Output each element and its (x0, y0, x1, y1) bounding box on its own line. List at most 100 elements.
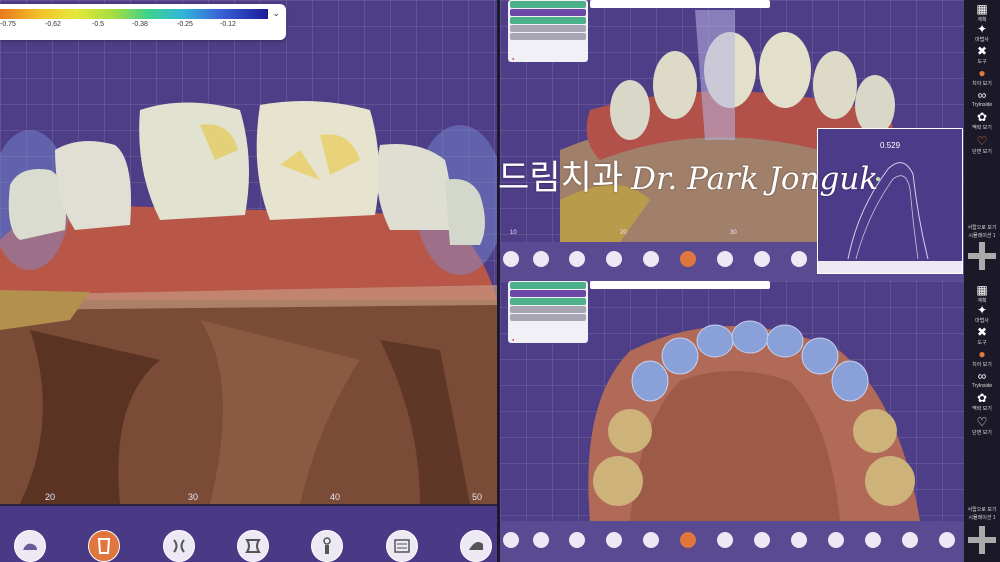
toolbar-button[interactable] (606, 532, 622, 548)
color-gradient-bar (0, 9, 268, 19)
tooth-icon: ● (978, 66, 986, 80)
toolbar-button[interactable] (503, 251, 519, 267)
toolbar-button[interactable] (533, 251, 549, 267)
grid-icon: ▦ (976, 283, 988, 297)
cluster-icon: ✿ (976, 391, 988, 405)
sidebar-item[interactable]: ✿ 맥락 보기 (964, 110, 1000, 131)
toolbar-button[interactable] (606, 251, 622, 267)
tooth-outline-icon: ♡ (976, 134, 988, 148)
sidebar-item[interactable]: ✦ 마법사 (964, 303, 1000, 324)
sidebar-item[interactable]: ∞ TryInside (964, 369, 1000, 389)
scanner-icon[interactable] (460, 530, 492, 562)
ruler-label: 10 (510, 230, 517, 236)
toolbar-button[interactable] (754, 251, 770, 267)
navigation-pad[interactable] (968, 242, 996, 270)
lower-arch-view[interactable]: ● (500, 281, 964, 521)
ruler-label: 40 (330, 492, 341, 502)
toolbar-button[interactable] (643, 532, 659, 548)
navigation-pad[interactable] (968, 526, 996, 554)
sidebar-page-label: 시뮬레이션 1 (968, 233, 996, 239)
sidebar-item[interactable]: ∞ TryInside (964, 88, 1000, 108)
ruler-label: 20 (620, 230, 627, 236)
main-3d-view[interactable]: -0.75 -0.62 -0.5 -0.38 -0.25 -0.12 ⌄ 20 … (0, 0, 497, 504)
scale-tick: -0.5 (92, 21, 105, 28)
sidebar-item[interactable]: ♡ 단면 보기 (964, 134, 1000, 155)
toolbar-button[interactable] (939, 532, 955, 548)
ruler-label: 30 (730, 230, 737, 236)
toolbar-button[interactable] (754, 532, 770, 548)
toolbar-button[interactable] (791, 251, 807, 267)
list-item[interactable] (510, 298, 586, 305)
scale-tick: -0.62 (45, 21, 61, 28)
toolbar-button[interactable] (569, 532, 585, 548)
cross-section-graph (818, 162, 962, 273)
toolbar-button[interactable] (717, 532, 733, 548)
list-item[interactable] (510, 33, 586, 40)
list-item[interactable] (510, 25, 586, 32)
bracket-icon[interactable] (163, 530, 195, 562)
object-list-panel[interactable]: ● (508, 0, 588, 62)
tools-icon: ✖ (976, 44, 988, 58)
toolbar-button[interactable] (717, 251, 733, 267)
sidebar-item[interactable]: ✖ 도구 (964, 44, 1000, 65)
list-item[interactable] (510, 282, 586, 289)
list-item[interactable] (510, 314, 586, 321)
dental-model-render (0, 101, 497, 504)
toolbar-button[interactable] (902, 532, 918, 548)
sidebar-item[interactable]: ♡ 단면 보기 (964, 415, 1000, 436)
cross-section-inset[interactable]: 0.529 (817, 128, 963, 274)
deviation-color-scale[interactable]: -0.75 -0.62 -0.5 -0.38 -0.25 -0.12 ⌄ (0, 4, 286, 40)
ruler-label: 20 (45, 492, 56, 502)
toolbar-button[interactable] (828, 532, 844, 548)
list-item[interactable] (510, 1, 586, 8)
toolbar-button[interactable] (569, 251, 585, 267)
measurement-readout: 0.529 (880, 141, 901, 150)
chevron-down-icon[interactable]: ⌄ (272, 8, 280, 19)
sidebar-nav-label: 서랍으로 보기 (967, 507, 997, 513)
scale-tick: -0.75 (0, 21, 16, 28)
sidebar-item[interactable]: ▦ 계획 (964, 2, 1000, 23)
sidebar-page-label: 시뮬레이션 1 (968, 515, 996, 521)
image-icon[interactable] (14, 530, 46, 562)
scanbody-icon[interactable] (386, 530, 418, 562)
sidebar-item[interactable]: ✿ 맥락 보기 (964, 391, 1000, 412)
cluster-icon: ✿ (976, 110, 988, 124)
wand-icon: ✦ (976, 22, 988, 36)
toolbar-button[interactable] (533, 532, 549, 548)
scale-tick: -0.25 (177, 21, 193, 28)
ruler-label: 50 (472, 492, 483, 502)
sidebar-item[interactable]: ● 치아 보기 (964, 347, 1000, 368)
slider-bar[interactable] (590, 281, 770, 289)
tooth-icon: ● (978, 347, 986, 361)
grid-icon: ▦ (976, 2, 988, 16)
object-list-panel[interactable]: ● (508, 281, 588, 343)
sidebar-item[interactable]: ✦ 마법사 (964, 22, 1000, 43)
tooth-outline-icon: ♡ (976, 415, 988, 429)
toolbar-button[interactable] (680, 532, 696, 548)
wand-icon: ✦ (976, 303, 988, 317)
sidebar-item[interactable]: ✖ 도구 (964, 325, 1000, 346)
toolbar-button[interactable] (643, 251, 659, 267)
tools-icon: ✖ (976, 325, 988, 339)
ruler-label: 30 (188, 492, 199, 502)
scale-tick: -0.38 (132, 21, 148, 28)
toolbar-button[interactable] (865, 532, 881, 548)
list-item[interactable] (510, 290, 586, 297)
tryin-icon: ∞ (977, 88, 987, 102)
list-item[interactable] (510, 306, 586, 313)
crown-icon[interactable] (88, 530, 120, 562)
list-item[interactable] (510, 17, 586, 24)
list-footer: ● (512, 56, 515, 61)
bracket-alt-icon[interactable] (237, 530, 269, 562)
toolbar-button[interactable] (503, 532, 519, 548)
list-item[interactable] (510, 9, 586, 16)
tryin-icon: ∞ (977, 369, 987, 383)
toolbar-button[interactable] (680, 251, 696, 267)
sidebar-item[interactable]: ● 치아 보기 (964, 66, 1000, 87)
slider-bar[interactable] (590, 0, 770, 8)
list-footer: ● (512, 337, 515, 342)
implant-icon[interactable] (311, 530, 343, 562)
toolbar-button[interactable] (791, 532, 807, 548)
scale-tick: -0.12 (220, 21, 236, 28)
sidebar-item[interactable]: ▦ 계획 (964, 283, 1000, 304)
